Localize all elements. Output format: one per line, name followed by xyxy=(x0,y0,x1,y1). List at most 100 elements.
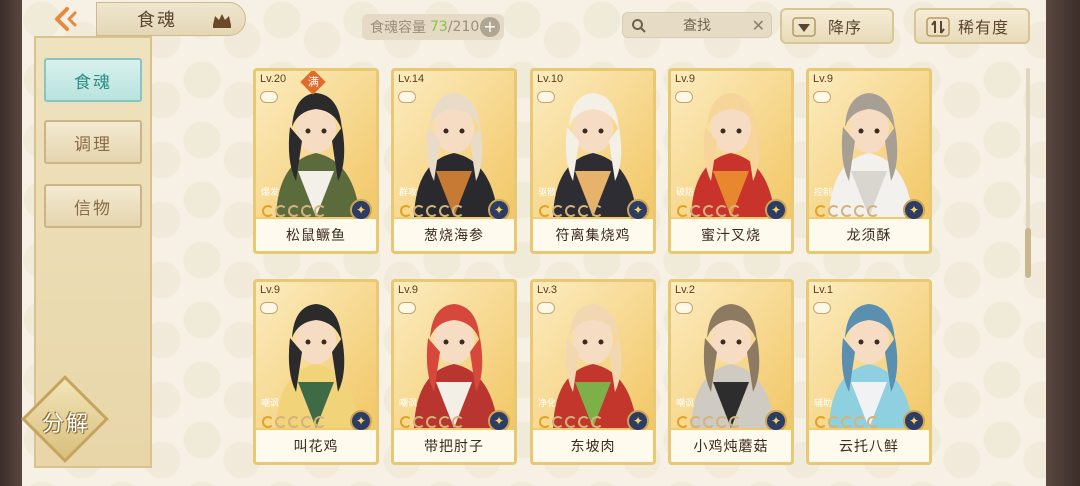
capacity-current: 73 xyxy=(430,19,448,35)
star-icon xyxy=(452,205,464,217)
page-title: 食魂 xyxy=(137,10,177,31)
sidebar-item-shihun[interactable]: 食魂 xyxy=(44,58,142,102)
character-card[interactable]: Lv.1 辅助 ✦ 云托八鲜 xyxy=(806,279,932,465)
level-label: Lv.2 xyxy=(675,284,695,296)
lock-toggle-icon[interactable] xyxy=(260,91,278,103)
search-button[interactable]: 查找 ✕ xyxy=(622,12,772,38)
star-icon xyxy=(262,205,274,217)
crown-icon xyxy=(213,14,231,28)
role-tag: 嘲讽 xyxy=(258,392,282,416)
sort-down-icon xyxy=(792,17,816,37)
level-label: Lv.9 xyxy=(675,73,695,85)
sort-rarity-button[interactable]: 稀有度 xyxy=(914,8,1030,44)
sort-order-button[interactable]: 降序 xyxy=(780,8,894,44)
star-icon xyxy=(452,416,464,428)
decompose-button[interactable]: 分解 xyxy=(20,375,112,474)
capacity-display: 食魂容量 73 /210 + xyxy=(362,14,504,40)
sidebar-item-xinwu[interactable]: 信物 xyxy=(44,184,142,228)
lock-toggle-icon[interactable] xyxy=(813,302,831,314)
lock-toggle-icon[interactable] xyxy=(398,91,416,103)
star-icon xyxy=(314,205,326,217)
star-icon xyxy=(426,416,438,428)
level-label: Lv.10 xyxy=(537,73,564,85)
role-tag: 嘲讽 xyxy=(673,392,697,416)
star-icon xyxy=(301,416,313,428)
star-icon xyxy=(716,416,728,428)
element-badge-icon: ✦ xyxy=(350,199,372,221)
clear-search-icon[interactable]: ✕ xyxy=(752,16,765,35)
star-rating xyxy=(400,205,464,217)
character-name: 松鼠鳜鱼 xyxy=(256,219,376,251)
character-card[interactable]: Lv.9 控制 ✦ 龙须酥 xyxy=(806,68,932,254)
star-icon xyxy=(426,205,438,217)
element-badge-icon: ✦ xyxy=(488,199,510,221)
character-card[interactable]: Lv.2 嘲讽 ✦ 小鸡炖蘑菇 xyxy=(668,279,794,465)
lock-toggle-icon[interactable] xyxy=(537,91,555,103)
star-icon xyxy=(439,416,451,428)
star-icon xyxy=(413,205,425,217)
page-title-tab: 食魂 xyxy=(96,2,246,36)
element-badge-icon: ✦ xyxy=(903,199,925,221)
character-card[interactable]: Lv.9 嘲讽 ✦ 叫花鸡 xyxy=(253,279,379,465)
character-card[interactable]: Lv.3 净化 ✦ 东坡肉 xyxy=(530,279,656,465)
star-rating xyxy=(677,205,741,217)
decompose-label: 分解 xyxy=(41,412,90,437)
star-icon xyxy=(539,205,551,217)
character-name: 东坡肉 xyxy=(533,430,653,462)
level-label: Lv.3 xyxy=(537,284,557,296)
star-icon xyxy=(690,416,702,428)
star-icon xyxy=(828,205,840,217)
star-icon xyxy=(400,205,412,217)
star-icon xyxy=(677,205,689,217)
star-icon xyxy=(591,416,603,428)
star-icon xyxy=(565,416,577,428)
role-tag: 破防 xyxy=(673,181,697,205)
level-label: Lv.9 xyxy=(813,73,833,85)
role-tag: 群攻 xyxy=(396,181,420,205)
add-capacity-button[interactable]: + xyxy=(480,17,500,37)
character-card[interactable]: Lv.14 群攻 ✦ 葱烧海参 xyxy=(391,68,517,254)
lock-toggle-icon[interactable] xyxy=(398,302,416,314)
role-tag: 净化 xyxy=(535,392,559,416)
element-badge-icon: ✦ xyxy=(350,410,372,432)
lock-toggle-icon[interactable] xyxy=(675,302,693,314)
back-button[interactable] xyxy=(44,4,88,34)
element-badge-icon: ✦ xyxy=(627,199,649,221)
lock-toggle-icon[interactable] xyxy=(537,302,555,314)
right-frame xyxy=(1046,0,1080,486)
character-card[interactable]: Lv.10 驱散 ✦ 符离集烧鸡 xyxy=(530,68,656,254)
scrollbar-thumb[interactable] xyxy=(1025,228,1031,278)
star-icon xyxy=(565,205,577,217)
star-rating xyxy=(262,416,326,428)
search-icon xyxy=(632,19,646,33)
star-rating xyxy=(677,416,741,428)
star-icon xyxy=(314,416,326,428)
star-icon xyxy=(275,205,287,217)
character-name: 叫花鸡 xyxy=(256,430,376,462)
capacity-label: 食魂容量 xyxy=(370,20,426,36)
star-icon xyxy=(591,205,603,217)
sidebar-item-label: 调理 xyxy=(74,134,112,155)
lock-toggle-icon[interactable] xyxy=(260,302,278,314)
star-icon xyxy=(690,205,702,217)
star-icon xyxy=(716,205,728,217)
character-card[interactable]: Lv.20 满 爆发 ✦ 松鼠鳜鱼 xyxy=(253,68,379,254)
star-icon xyxy=(703,205,715,217)
star-icon xyxy=(854,205,866,217)
star-icon xyxy=(439,205,451,217)
star-icon xyxy=(841,205,853,217)
sort-rarity-label: 稀有度 xyxy=(958,18,1010,37)
level-label: Lv.20 xyxy=(260,73,287,85)
level-label: Lv.14 xyxy=(398,73,425,85)
role-tag: 控制 xyxy=(811,181,835,205)
character-name: 蜜汁叉烧 xyxy=(671,219,791,251)
sidebar-item-tiaoli[interactable]: 调理 xyxy=(44,120,142,164)
lock-toggle-icon[interactable] xyxy=(675,91,693,103)
sidebar-item-label: 信物 xyxy=(74,198,112,219)
character-card[interactable]: Lv.9 嘲讽 ✦ 带把肘子 xyxy=(391,279,517,465)
character-card[interactable]: Lv.9 破防 ✦ 蜜汁叉烧 xyxy=(668,68,794,254)
character-name: 葱烧海参 xyxy=(394,219,514,251)
lock-toggle-icon[interactable] xyxy=(813,91,831,103)
star-icon xyxy=(578,416,590,428)
character-name: 龙须酥 xyxy=(809,219,929,251)
